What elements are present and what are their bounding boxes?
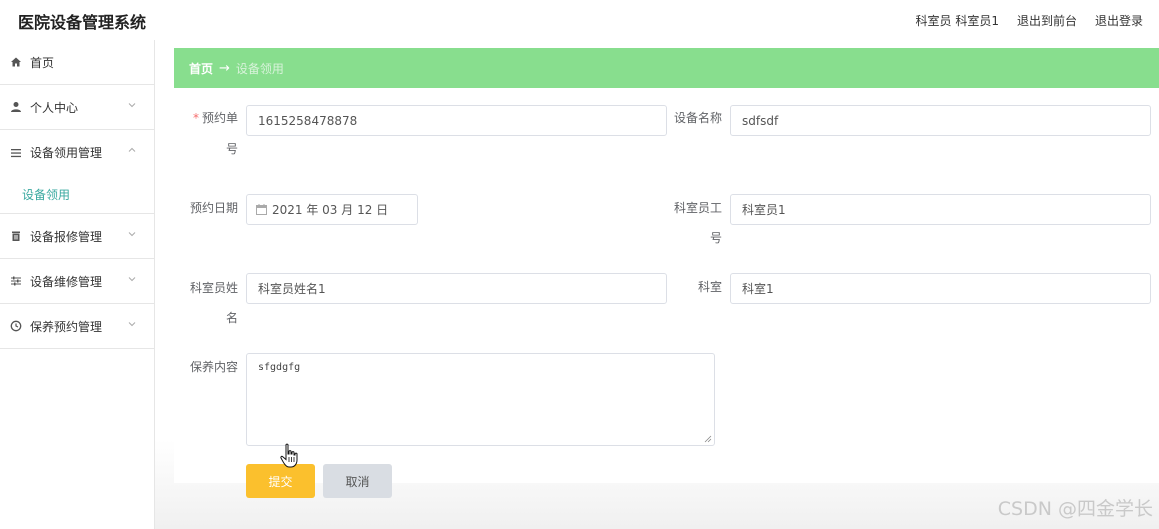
clock-icon xyxy=(10,320,22,332)
app-title: 医院设备管理系统 xyxy=(18,13,147,32)
content-text: sfgdgfg xyxy=(258,362,301,373)
sidebar-item-label: 设备报修管理 xyxy=(30,229,103,244)
chevron-down-icon xyxy=(128,103,136,108)
sidebar-item-label: 个人中心 xyxy=(30,100,79,115)
sidebar-item-device-use-mgmt[interactable]: 设备领用管理 xyxy=(0,130,154,175)
date-label: 预约日期 xyxy=(189,201,238,215)
hand-cursor-icon xyxy=(280,443,298,468)
sidebar-item-label: 设备维修管理 xyxy=(30,274,103,289)
device-name-label: 设备名称 xyxy=(673,111,722,125)
sidebar-item-profile[interactable]: 个人中心 xyxy=(0,85,154,130)
sidebar-item-maintenance[interactable]: 设备维修管理 xyxy=(0,259,154,304)
chevron-down-icon xyxy=(128,322,136,327)
watermark: CSDN @四金学长 xyxy=(997,498,1153,520)
staff-no-input[interactable]: 科室员1 xyxy=(730,194,1151,225)
breadcrumb: 首页 → 设备领用 xyxy=(174,48,1159,88)
sidebar: 首页 个人中心 设备领用管理 设备领用 设备报修管理 设备维修管理 保养预约管理 xyxy=(0,40,155,529)
user-info: 科室员 科室员1 xyxy=(915,14,999,28)
staff-name-label: 科室员姓名 xyxy=(189,281,238,325)
sidebar-item-label: 保养预约管理 xyxy=(30,319,103,334)
device-use-form: * 预约单号 1615258478878 设备名称 sdfsdf 预约日期 202… xyxy=(174,88,1159,498)
user-icon xyxy=(10,101,22,113)
breadcrumb-home[interactable]: 首页 xyxy=(189,60,213,77)
sidebar-item-repair-report[interactable]: 设备报修管理 xyxy=(0,214,154,259)
list-icon xyxy=(10,147,22,159)
dept-label: 科室 xyxy=(697,280,722,294)
chevron-up-icon xyxy=(128,147,136,152)
sidebar-item-service-booking[interactable]: 保养预约管理 xyxy=(0,304,154,349)
content-textarea[interactable]: sfgdgfg xyxy=(246,353,715,446)
sidebar-subitem-device-use[interactable]: 设备领用 xyxy=(22,186,70,203)
staff-no-label: 科室员工号 xyxy=(673,201,722,245)
trash-icon xyxy=(10,230,22,242)
date-picker[interactable]: 2021 年 03 月 12 日 xyxy=(246,194,418,225)
breadcrumb-current: 设备领用 xyxy=(235,61,284,76)
logout-link[interactable]: 退出登录 xyxy=(1095,12,1143,29)
goto-front-link[interactable]: 退出到前台 xyxy=(1017,12,1077,29)
resize-grip-icon[interactable] xyxy=(704,435,712,443)
top-header: 医院设备管理系统 科室员 科室员1 退出到前台 退出登录 xyxy=(0,0,1159,40)
cancel-button[interactable]: 取消 xyxy=(323,464,392,498)
main-content: 首页 → 设备领用 * 预约单号 1615258478878 设备名称 sdfsd… xyxy=(155,40,1159,529)
required-mark: * xyxy=(192,111,199,125)
sidebar-group-device-use: 设备领用管理 设备领用 xyxy=(0,130,154,214)
dept-input[interactable]: 科室1 xyxy=(730,273,1151,304)
device-name-input[interactable]: sdfsdf xyxy=(730,105,1151,136)
chevron-down-icon xyxy=(128,232,136,237)
header-actions: 科室员 科室员1 退出到前台 退出登录 xyxy=(916,12,1143,29)
order-no-input[interactable]: 1615258478878 xyxy=(246,105,667,136)
sidebar-item-label: 首页 xyxy=(30,55,55,70)
sidebar-item-home[interactable]: 首页 xyxy=(0,40,154,85)
submenu: 设备领用 xyxy=(0,175,154,214)
date-value: 2021 年 03 月 12 日 xyxy=(272,203,389,217)
order-no-label: * 预约单号 xyxy=(192,111,238,156)
chevron-down-icon xyxy=(128,277,136,282)
staff-name-input[interactable]: 科室员姓名1 xyxy=(246,273,667,304)
content-label: 保养内容 xyxy=(189,360,238,374)
submit-button[interactable]: 提交 xyxy=(246,464,315,498)
home-icon xyxy=(10,56,22,68)
sliders-icon xyxy=(10,275,22,287)
sidebar-item-label: 设备领用管理 xyxy=(30,146,103,160)
breadcrumb-arrow-icon: → xyxy=(219,60,230,76)
calendar-icon xyxy=(256,204,267,215)
